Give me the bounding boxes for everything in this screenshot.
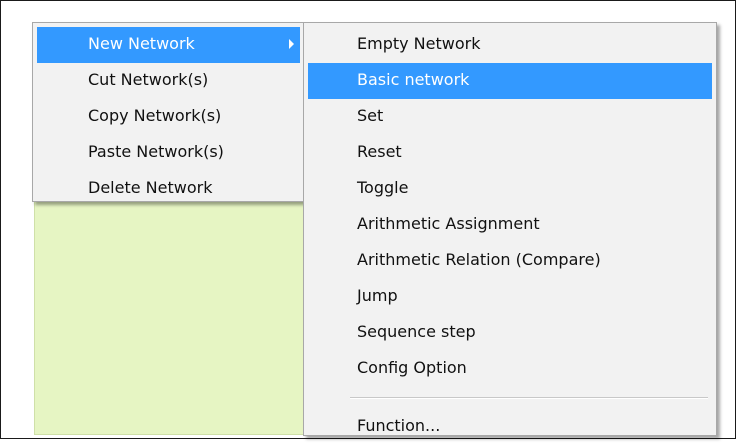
submenu-item-label: Toggle	[357, 178, 409, 197]
submenu-item-function[interactable]: Function...	[308, 409, 712, 445]
menu-item-label: New Network	[88, 34, 195, 53]
menu-item-delete-network[interactable]: Delete Network	[37, 171, 300, 207]
submenu-item-label: Empty Network	[357, 34, 481, 53]
submenu-item-empty-network[interactable]: Empty Network	[308, 27, 712, 63]
submenu-item-label: Set	[357, 106, 384, 125]
submenu-item-config-option[interactable]: Config Option	[308, 351, 712, 387]
submenu-item-reset[interactable]: Reset	[308, 135, 712, 171]
submenu-arrow-icon	[289, 39, 294, 49]
screenshot-frame: New Network Cut Network(s) Copy Network(…	[0, 0, 736, 439]
menu-item-label: Paste Network(s)	[88, 142, 224, 161]
submenu-item-label: Jump	[357, 286, 398, 305]
menu-item-label: Copy Network(s)	[88, 106, 222, 125]
menu-item-new-network[interactable]: New Network	[37, 27, 300, 63]
submenu-item-basic-network[interactable]: Basic network	[308, 63, 712, 99]
context-menu: New Network Cut Network(s) Copy Network(…	[32, 22, 305, 202]
new-network-submenu: Empty Network Basic network Set Reset To…	[303, 22, 717, 436]
menu-item-paste-network[interactable]: Paste Network(s)	[37, 135, 300, 171]
submenu-item-label: Config Option	[357, 358, 467, 377]
submenu-item-label: Arithmetic Assignment	[357, 214, 540, 233]
menu-separator	[350, 397, 708, 399]
submenu-item-set[interactable]: Set	[308, 99, 712, 135]
submenu-item-arithmetic-relation[interactable]: Arithmetic Relation (Compare)	[308, 243, 712, 279]
submenu-item-jump[interactable]: Jump	[308, 279, 712, 315]
submenu-item-label: Reset	[357, 142, 402, 161]
submenu-item-label: Arithmetic Relation (Compare)	[357, 250, 601, 269]
submenu-item-toggle[interactable]: Toggle	[308, 171, 712, 207]
menu-item-cut-network[interactable]: Cut Network(s)	[37, 63, 300, 99]
submenu-item-sequence-step[interactable]: Sequence step	[308, 315, 712, 351]
menu-item-label: Delete Network	[88, 178, 213, 197]
menu-item-label: Cut Network(s)	[88, 70, 209, 89]
submenu-item-label: Sequence step	[357, 322, 476, 341]
submenu-item-label: Basic network	[357, 70, 470, 89]
menu-item-copy-network[interactable]: Copy Network(s)	[37, 99, 300, 135]
submenu-item-label: Function...	[357, 416, 441, 435]
submenu-item-arithmetic-assignment[interactable]: Arithmetic Assignment	[308, 207, 712, 243]
